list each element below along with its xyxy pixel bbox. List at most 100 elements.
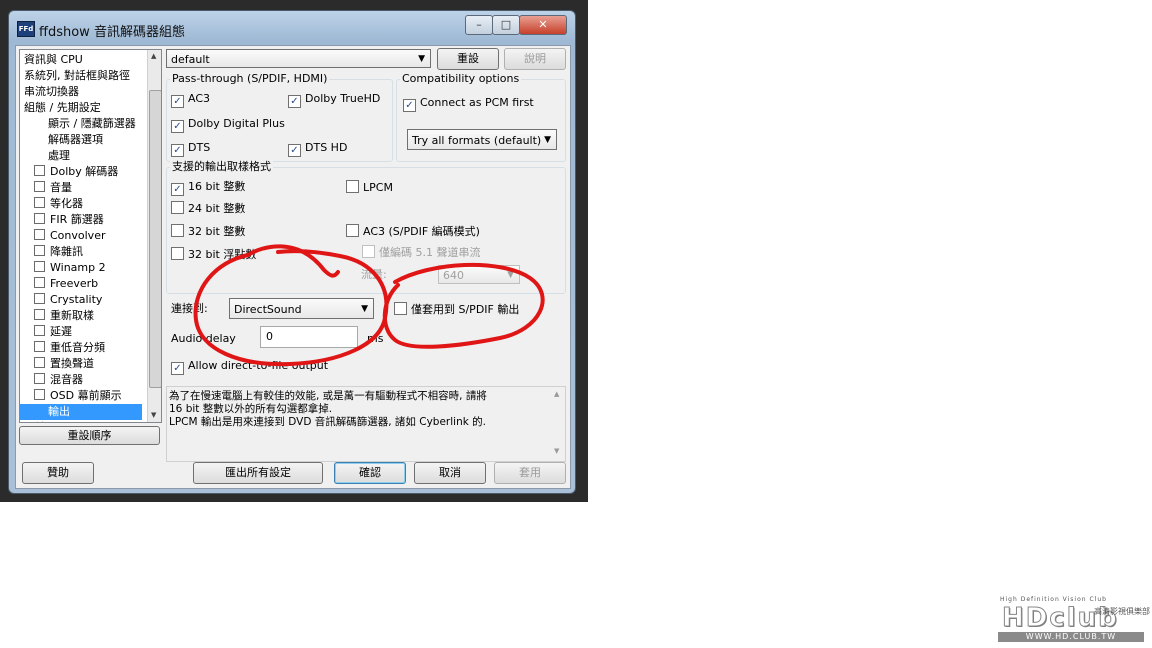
sidebar-item-checkbox[interactable] bbox=[34, 165, 45, 176]
sidebar-item-item-22[interactable]: 輸出 bbox=[20, 404, 142, 420]
sidebar-item-crystality[interactable]: Crystality bbox=[34, 292, 102, 308]
preset-select[interactable]: default ▼ bbox=[166, 49, 431, 68]
int32-checkbox[interactable]: 32 bit 整數 bbox=[171, 224, 245, 238]
sidebar-item-item-8[interactable]: 音量 bbox=[34, 180, 72, 196]
sidebar-item-checkbox[interactable] bbox=[34, 325, 45, 336]
sidebar-item-item-20[interactable]: 混音器 bbox=[34, 372, 83, 388]
chevron-down-icon: ▼ bbox=[507, 270, 514, 280]
truehd-checkbox[interactable]: ✓ Dolby TrueHD bbox=[288, 92, 380, 108]
sidebar-item-label: Dolby 解碼器 bbox=[50, 165, 119, 178]
sidebar-item-freeverb[interactable]: Freeverb bbox=[34, 276, 98, 292]
minimize-button[interactable]: – bbox=[465, 15, 493, 35]
tree-scrollbar[interactable]: ▲ ▼ bbox=[147, 50, 161, 422]
cancel-button[interactable]: 取消 bbox=[414, 462, 486, 484]
ac3-checkbox[interactable]: ✓ AC3 bbox=[171, 92, 210, 108]
sidebar-item-checkbox[interactable] bbox=[34, 277, 45, 288]
scroll-up-icon[interactable]: ▲ bbox=[151, 52, 156, 60]
sidebar-item-item-3[interactable]: 組態 / 先期設定 bbox=[24, 100, 101, 116]
apply-button[interactable]: 套用 bbox=[494, 462, 566, 484]
sidebar-item-osd[interactable]: OSD 幕前顯示 bbox=[34, 388, 122, 404]
bitrate-select[interactable]: 640 ▼ bbox=[438, 265, 520, 284]
output-device-select[interactable]: DirectSound ▼ bbox=[229, 298, 374, 319]
lpcm-label: LPCM bbox=[363, 181, 393, 194]
sidebar-item-checkbox[interactable] bbox=[34, 213, 45, 224]
dts-checkbox[interactable]: ✓ DTS bbox=[171, 141, 210, 157]
sidebar-item-label: 重低音分頻 bbox=[50, 341, 105, 354]
tree-scroll-thumb[interactable] bbox=[149, 90, 161, 388]
passthrough-title: Pass-through (S/PDIF, HDMI) bbox=[170, 72, 330, 85]
sidebar-item-checkbox[interactable] bbox=[34, 229, 45, 240]
lpcm-checkbox[interactable]: LPCM bbox=[346, 180, 393, 194]
export-settings-button[interactable]: 匯出所有設定 bbox=[193, 462, 323, 484]
sidebar-item-checkbox[interactable] bbox=[34, 293, 45, 304]
sidebar-item-checkbox[interactable] bbox=[34, 357, 45, 368]
ac3-encode-checkbox[interactable]: AC3 (S/PDIF 編碼模式) bbox=[346, 224, 480, 238]
dtshd-label: DTS HD bbox=[305, 141, 348, 154]
encode-51-label: 僅編碼 5.1 聲道串流 bbox=[379, 246, 481, 259]
sidebar-item-checkbox[interactable] bbox=[34, 197, 45, 208]
formats-select[interactable]: Try all formats (default) ▼ bbox=[407, 129, 557, 150]
checkbox-box bbox=[171, 247, 184, 260]
sidebar-item-item-4[interactable]: 顯示 / 隱藏篩選器 bbox=[48, 116, 136, 132]
sidebar-item-label: Crystality bbox=[50, 293, 103, 306]
sidebar-item-item-23[interactable]: 關於 bbox=[24, 420, 46, 422]
donate-button[interactable]: 贊助 bbox=[22, 462, 94, 484]
settings-tree[interactable]: 資訊與 CPU 系統列, 對話框與路徑 串流切換器組態 / 先期設定 顯示 / 隱藏篩… bbox=[19, 49, 162, 423]
title-bar[interactable]: FFd ffdshow 音訊解碼器組態 – □ ✕ bbox=[9, 11, 575, 45]
sidebar-item-dolby[interactable]: Dolby 解碼器 bbox=[34, 164, 118, 180]
preset-value: default bbox=[171, 53, 210, 66]
scroll-down-icon[interactable]: ▼ bbox=[151, 411, 156, 419]
sidebar-item-checkbox[interactable] bbox=[34, 389, 45, 400]
scroll-up-icon[interactable]: ▲ bbox=[554, 390, 559, 398]
sidebar-item-checkbox[interactable] bbox=[34, 373, 45, 384]
sidebar-item-item-5[interactable]: 解碼器選項 bbox=[48, 132, 103, 148]
sidebar-item-label: 串流切換器 bbox=[24, 85, 79, 98]
check-icon: ✓ bbox=[403, 99, 416, 112]
int24-label: 24 bit 整數 bbox=[188, 202, 246, 215]
sidebar-item-item-6[interactable]: 處理 bbox=[48, 148, 70, 164]
spdif-only-checkbox[interactable]: 僅套用到 S/PDIF 輸出 bbox=[394, 302, 519, 316]
sidebar-item-item-1[interactable]: 系統列, 對話框與路徑 bbox=[24, 68, 130, 84]
sidebar-item-item-2[interactable]: 串流切換器 bbox=[24, 84, 79, 100]
int16-checkbox[interactable]: ✓ 16 bit 整數 bbox=[171, 180, 245, 196]
checkbox-box bbox=[346, 180, 359, 193]
close-button[interactable]: ✕ bbox=[519, 15, 567, 35]
preset-reset-button[interactable]: 重設 bbox=[437, 48, 499, 70]
sidebar-item-convolver[interactable]: Convolver bbox=[34, 228, 105, 244]
sidebar-item-checkbox[interactable] bbox=[34, 245, 45, 256]
reset-order-button[interactable]: 重設順序 bbox=[19, 426, 160, 445]
audio-delay-input[interactable]: 0 bbox=[260, 326, 358, 348]
sidebar-item-checkbox[interactable] bbox=[34, 261, 45, 272]
sidebar-item-item-12[interactable]: 降雜訊 bbox=[34, 244, 83, 260]
sidebar-item-label: 延遲 bbox=[50, 325, 72, 338]
sidebar-item-item-17[interactable]: 延遲 bbox=[34, 324, 72, 340]
pcm-first-checkbox[interactable]: ✓ Connect as PCM first bbox=[403, 96, 534, 112]
encode-51-checkbox[interactable]: 僅編碼 5.1 聲道串流 bbox=[362, 245, 481, 259]
hdclub-watermark-logo: High Definition Vision Club HDclub 高清影視俱… bbox=[996, 596, 1150, 646]
logo-tagline: High Definition Vision Club bbox=[1000, 596, 1107, 603]
int24-checkbox[interactable]: 24 bit 整數 bbox=[171, 201, 245, 215]
sidebar-item-item-18[interactable]: 重低音分頻 bbox=[34, 340, 105, 356]
sidebar-item-item-16[interactable]: 重新取樣 bbox=[34, 308, 94, 324]
scroll-down-icon[interactable]: ▼ bbox=[554, 447, 559, 455]
maximize-button[interactable]: □ bbox=[492, 15, 520, 35]
help-scrollbar[interactable]: ▲ ▼ bbox=[551, 387, 565, 461]
sidebar-item-item-9[interactable]: 等化器 bbox=[34, 196, 83, 212]
sidebar-item-label: 混音器 bbox=[50, 373, 83, 386]
sidebar-item-winamp-2[interactable]: Winamp 2 bbox=[34, 260, 106, 276]
sidebar-item-checkbox[interactable] bbox=[34, 341, 45, 352]
sidebar-item-fir[interactable]: FIR 篩選器 bbox=[34, 212, 104, 228]
ddplus-checkbox[interactable]: ✓ Dolby Digital Plus bbox=[171, 117, 285, 133]
help-button[interactable]: 說明 bbox=[504, 48, 566, 70]
sidebar-item-item-19[interactable]: 置換聲道 bbox=[34, 356, 94, 372]
float32-checkbox[interactable]: 32 bit 浮點數 bbox=[171, 247, 256, 261]
sidebar-item-checkbox[interactable] bbox=[34, 181, 45, 192]
sidebar-item-checkbox[interactable] bbox=[34, 309, 45, 320]
sidebar-item-cpu[interactable]: 資訊與 CPU bbox=[24, 52, 83, 68]
output-device-value: DirectSound bbox=[234, 303, 302, 316]
ok-button[interactable]: 確認 bbox=[334, 462, 406, 484]
dtshd-checkbox[interactable]: ✓ DTS HD bbox=[288, 141, 348, 157]
check-icon: ✓ bbox=[171, 183, 184, 196]
connect-to-label: 連接到: bbox=[171, 302, 208, 315]
direct-to-file-checkbox[interactable]: ✓ Allow direct-to-file output bbox=[171, 359, 328, 375]
